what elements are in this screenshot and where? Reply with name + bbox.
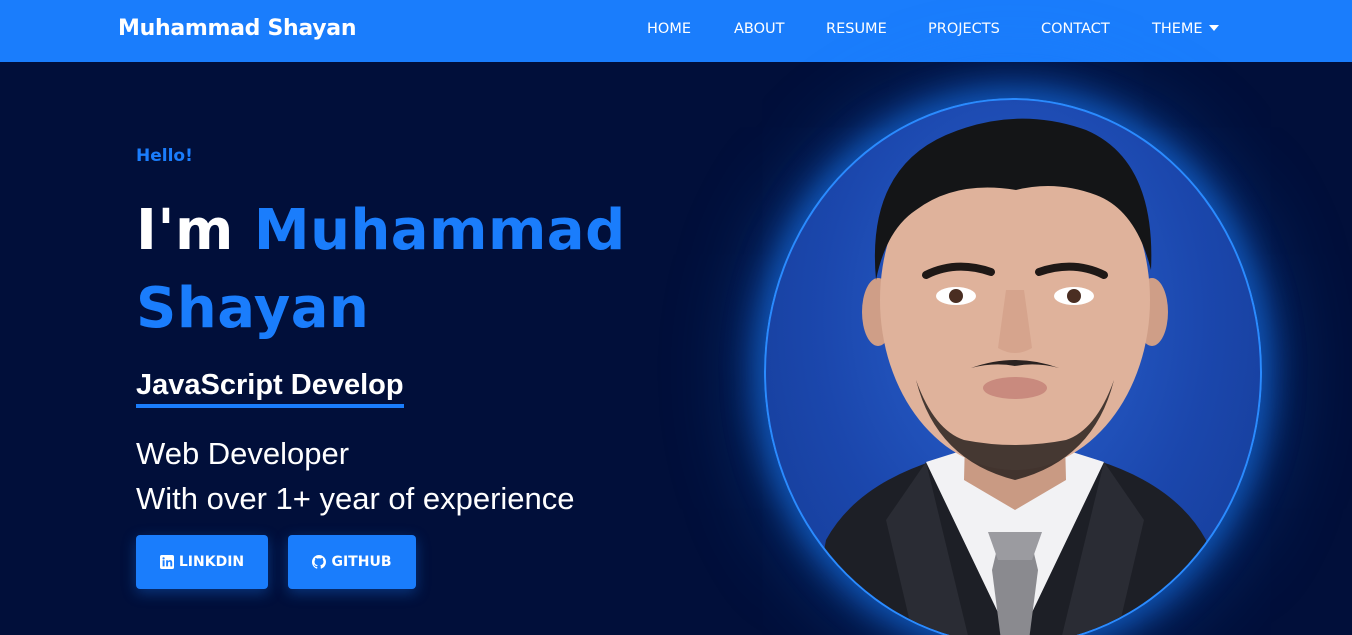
brand-name[interactable]: Muhammad Shayan <box>118 16 357 41</box>
github-button-label: GITHUB <box>331 554 392 570</box>
linkedin-icon <box>159 555 174 569</box>
profile-portrait <box>808 118 1224 635</box>
typed-role-text: JavaScript Develop <box>136 368 404 408</box>
nav-contact[interactable]: CONTACT <box>1041 21 1110 37</box>
headline-prefix: I'm <box>136 198 234 263</box>
hero-section: Hello! I'm Muhammad Shayan JavaScript De… <box>0 62 1352 635</box>
github-button[interactable]: GITHUB <box>288 535 416 589</box>
profile-photo <box>764 98 1262 635</box>
nav-theme-label: THEME <box>1152 21 1203 37</box>
hero-headline: I'm Muhammad Shayan <box>136 192 696 348</box>
nav-home[interactable]: HOME <box>647 21 691 37</box>
role-text: Web Developer <box>136 436 350 471</box>
nav-projects[interactable]: PROJECTS <box>928 21 1000 37</box>
nav-theme-dropdown[interactable]: THEME <box>1152 21 1219 37</box>
greeting-text: Hello! <box>136 146 193 166</box>
github-icon <box>312 555 327 569</box>
navbar: Muhammad Shayan HOME ABOUT RESUME PROJEC… <box>0 0 1352 62</box>
nav-resume[interactable]: RESUME <box>826 21 887 37</box>
linkedin-button[interactable]: LINKDIN <box>136 535 268 589</box>
linkedin-button-label: LINKDIN <box>178 554 245 570</box>
caret-down-icon <box>1208 25 1219 31</box>
nav-about[interactable]: ABOUT <box>734 21 785 37</box>
experience-text: With over 1+ year of experience <box>136 481 575 516</box>
